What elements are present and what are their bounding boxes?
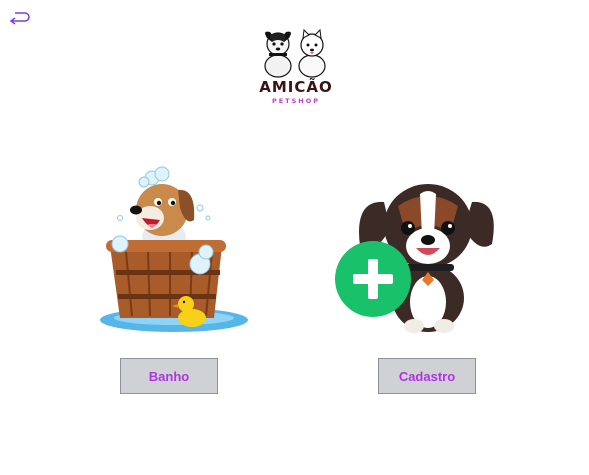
logo-title: AMICÃO (259, 78, 333, 96)
plus-icon[interactable] (335, 241, 411, 317)
back-button[interactable] (6, 8, 30, 26)
dog-in-bathtub-illustration[interactable] (96, 160, 254, 340)
cadastro-button[interactable]: Cadastro (378, 358, 476, 394)
brand-logo: AMICÃO PETSHOP (254, 26, 338, 110)
return-arrow-icon (12, 12, 30, 22)
two-dogs-logo-icon (264, 28, 326, 78)
logo-subtitle: PETSHOP (271, 97, 321, 105)
banho-button[interactable]: Banho (120, 358, 218, 394)
